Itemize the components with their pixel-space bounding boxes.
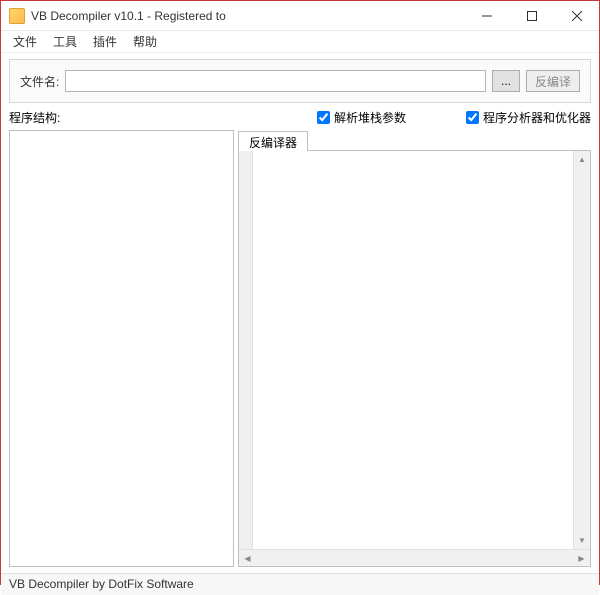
menu-file[interactable]: 文件 (7, 31, 43, 52)
scroll-up-icon[interactable]: ▲ (574, 151, 590, 168)
analyzer-label: 程序分析器和优化器 (483, 109, 591, 126)
status-text: VB Decompiler by DotFix Software (9, 577, 194, 591)
app-icon (9, 8, 25, 24)
scroll-down-icon[interactable]: ▼ (574, 532, 590, 549)
analyzer-checkbox-wrap[interactable]: 程序分析器和优化器 (466, 109, 591, 126)
code-content[interactable]: ▲ ▼ (253, 151, 590, 549)
maximize-button[interactable] (509, 1, 554, 30)
main-area: 反编译器 ▲ ▼ ◀ ▶ (1, 130, 599, 567)
menu-tools[interactable]: 工具 (47, 31, 83, 52)
statusbar: VB Decompiler by DotFix Software (1, 573, 599, 595)
code-body: ▲ ▼ (239, 151, 590, 549)
horizontal-scrollbar[interactable]: ◀ ▶ (239, 549, 590, 566)
right-panel: 反编译器 ▲ ▼ ◀ ▶ (238, 130, 591, 567)
menu-plugins[interactable]: 插件 (87, 31, 123, 52)
minimize-button[interactable] (464, 1, 509, 30)
parse-stack-checkbox-wrap[interactable]: 解析堆栈参数 (317, 109, 406, 126)
structure-label: 程序结构: (9, 109, 60, 126)
scroll-left-icon[interactable]: ◀ (239, 550, 256, 566)
scroll-right-icon[interactable]: ▶ (573, 550, 590, 566)
parse-stack-checkbox[interactable] (317, 111, 330, 124)
analyzer-checkbox[interactable] (466, 111, 479, 124)
filename-input[interactable] (65, 70, 486, 92)
parse-stack-label: 解析堆栈参数 (334, 109, 406, 126)
titlebar: VB Decompiler v10.1 - Registered to (1, 1, 599, 31)
decompile-button[interactable]: 反编译 (526, 70, 580, 92)
vertical-scrollbar[interactable]: ▲ ▼ (573, 151, 590, 549)
tab-row: 反编译器 (238, 130, 591, 150)
menubar: 文件 工具 插件 帮助 (1, 31, 599, 53)
options-row: 程序结构: 解析堆栈参数 程序分析器和优化器 (1, 107, 599, 130)
tab-decompiler[interactable]: 反编译器 (238, 131, 308, 151)
code-gutter (239, 151, 253, 549)
structure-tree[interactable] (9, 130, 234, 567)
browse-button[interactable]: ... (492, 70, 520, 92)
menu-help[interactable]: 帮助 (127, 31, 163, 52)
code-panel: ▲ ▼ ◀ ▶ (238, 150, 591, 567)
window-title: VB Decompiler v10.1 - Registered to (31, 9, 464, 23)
file-panel: 文件名: ... 反编译 (9, 59, 591, 103)
close-button[interactable] (554, 1, 599, 30)
window-controls (464, 1, 599, 30)
filename-label: 文件名: (20, 73, 59, 90)
